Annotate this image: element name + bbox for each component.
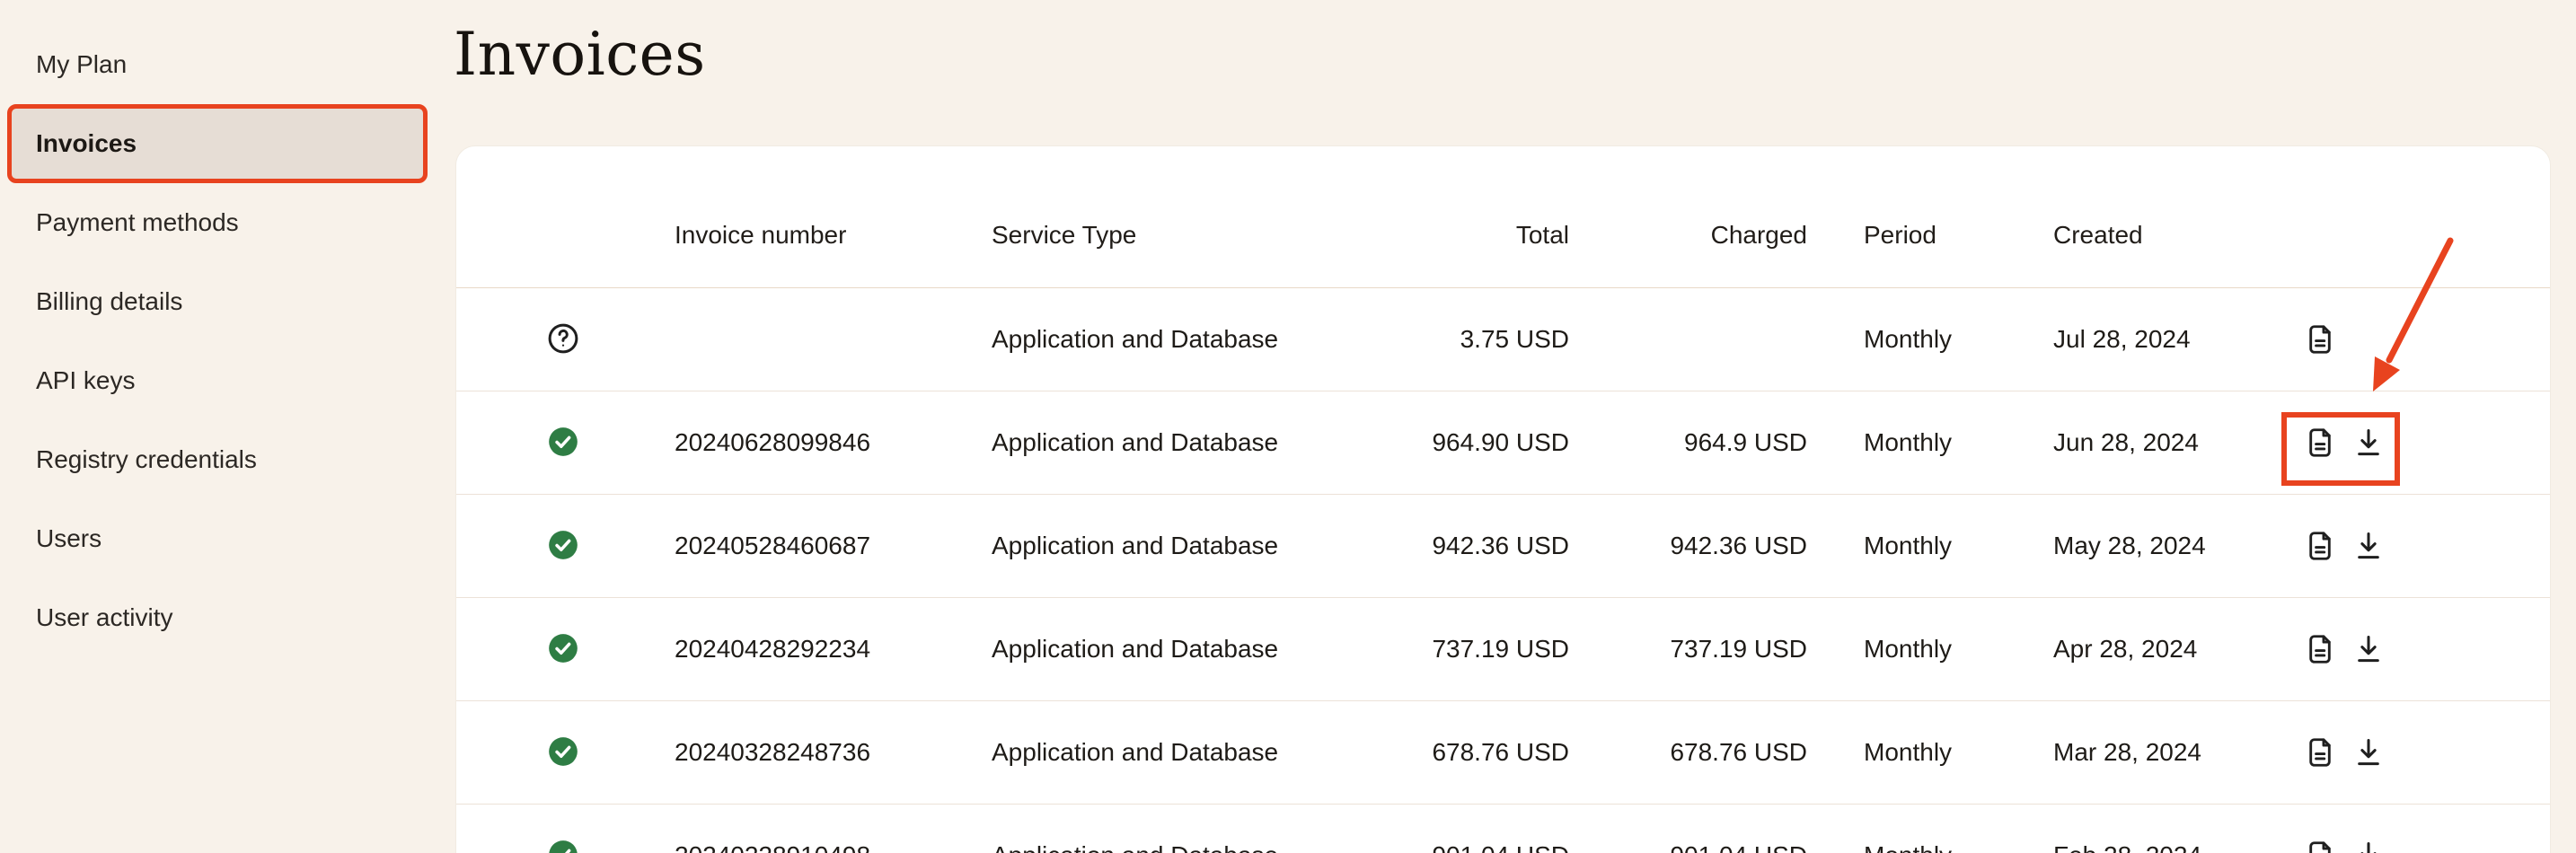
check-circle-icon bbox=[546, 425, 580, 459]
check-circle-icon bbox=[546, 838, 580, 853]
table-row: 20240228910498 Application and Database … bbox=[456, 805, 2550, 853]
created-cell: Jul 28, 2024 bbox=[2053, 325, 2191, 354]
download-invoice-icon[interactable] bbox=[2351, 632, 2386, 666]
charged-cell: 737.19 USD bbox=[1670, 635, 1807, 664]
status-cell bbox=[546, 321, 582, 357]
period-cell: Monthly bbox=[1864, 325, 1952, 354]
sidebar-item-label: Invoices bbox=[36, 129, 137, 158]
service-type-cell: Application and Database bbox=[992, 428, 1278, 457]
sidebar-item-my-plan[interactable]: My Plan bbox=[0, 25, 454, 104]
sidebar-item-label: Payment methods bbox=[36, 208, 239, 237]
period-cell: Monthly bbox=[1864, 532, 1952, 560]
header-charged: Charged bbox=[1711, 221, 1807, 250]
service-type-cell: Application and Database bbox=[992, 841, 1278, 853]
status-cell bbox=[546, 838, 582, 853]
sidebar-item-label: User activity bbox=[36, 603, 172, 632]
created-cell: Mar 28, 2024 bbox=[2053, 738, 2201, 767]
header-invoice-number: Invoice number bbox=[675, 221, 846, 250]
check-circle-icon bbox=[546, 631, 580, 665]
invoice-file-icon[interactable] bbox=[2303, 632, 2337, 666]
period-cell: Monthly bbox=[1864, 428, 1952, 457]
sidebar-item-label: My Plan bbox=[36, 50, 127, 79]
check-circle-icon bbox=[546, 528, 580, 562]
status-cell bbox=[546, 528, 582, 564]
invoice-file-icon[interactable] bbox=[2303, 322, 2337, 356]
row-actions bbox=[2303, 426, 2386, 460]
header-period: Period bbox=[1864, 221, 1936, 250]
download-invoice-icon[interactable] bbox=[2351, 735, 2386, 769]
row-actions bbox=[2303, 322, 2337, 356]
sidebar-item-label: Billing details bbox=[36, 287, 182, 316]
invoice-file-icon[interactable] bbox=[2303, 735, 2337, 769]
created-cell: May 28, 2024 bbox=[2053, 532, 2206, 560]
total-cell: 737.19 USD bbox=[1432, 635, 1569, 664]
row-actions bbox=[2303, 839, 2386, 853]
sidebar-item-users[interactable]: Users bbox=[0, 499, 454, 578]
service-type-cell: Application and Database bbox=[992, 532, 1278, 560]
period-cell: Monthly bbox=[1864, 841, 1952, 853]
download-invoice-icon[interactable] bbox=[2351, 426, 2386, 460]
service-type-cell: Application and Database bbox=[992, 635, 1278, 664]
charged-cell: 942.36 USD bbox=[1670, 532, 1807, 560]
total-cell: 901.04 USD bbox=[1432, 841, 1569, 853]
service-type-cell: Application and Database bbox=[992, 738, 1278, 767]
invoice-number-cell: 20240428292234 bbox=[675, 635, 870, 664]
download-invoice-icon[interactable] bbox=[2351, 839, 2386, 853]
billing-invoices-page: { "colors": { "page_background": "#f8f2e… bbox=[0, 0, 2576, 853]
service-type-cell: Application and Database bbox=[992, 325, 1278, 354]
invoice-file-icon[interactable] bbox=[2303, 426, 2337, 460]
charged-cell: 678.76 USD bbox=[1670, 738, 1807, 767]
table-row: 20240428292234 Application and Database … bbox=[456, 598, 2550, 701]
invoice-number-cell: 20240328248736 bbox=[675, 738, 870, 767]
created-cell: Jun 28, 2024 bbox=[2053, 428, 2199, 457]
page-title: Invoices bbox=[454, 20, 706, 89]
question-circle-icon bbox=[546, 321, 580, 356]
invoice-table-body: Application and Database 3.75 USD Monthl… bbox=[456, 288, 2550, 853]
sidebar-item-billing-details[interactable]: Billing details bbox=[0, 262, 454, 341]
charged-cell: 964.9 USD bbox=[1684, 428, 1807, 457]
total-cell: 678.76 USD bbox=[1432, 738, 1569, 767]
row-actions bbox=[2303, 529, 2386, 563]
table-row: Application and Database 3.75 USD Monthl… bbox=[456, 288, 2550, 391]
header-service-type: Service Type bbox=[992, 221, 1136, 250]
created-cell: Apr 28, 2024 bbox=[2053, 635, 2197, 664]
table-row: 20240328248736 Application and Database … bbox=[456, 701, 2550, 805]
status-cell bbox=[546, 425, 582, 461]
sidebar-item-user-activity[interactable]: User activity bbox=[0, 578, 454, 657]
table-row: 20240528460687 Application and Database … bbox=[456, 495, 2550, 598]
header-created: Created bbox=[2053, 221, 2143, 250]
total-cell: 964.90 USD bbox=[1432, 428, 1569, 457]
row-actions bbox=[2303, 632, 2386, 666]
sidebar-item-label: Users bbox=[36, 524, 101, 553]
sidebar-item-label: API keys bbox=[36, 366, 135, 395]
invoice-file-icon[interactable] bbox=[2303, 529, 2337, 563]
sidebar-item-api-keys[interactable]: API keys bbox=[0, 341, 454, 420]
total-cell: 942.36 USD bbox=[1432, 532, 1569, 560]
sidebar-item-registry-credentials[interactable]: Registry credentials bbox=[0, 420, 454, 499]
period-cell: Monthly bbox=[1864, 635, 1952, 664]
invoice-number-cell: 20240628099846 bbox=[675, 428, 870, 457]
created-cell: Feb 28, 2024 bbox=[2053, 841, 2201, 853]
sidebar-item-payment-methods[interactable]: Payment methods bbox=[0, 183, 454, 262]
invoices-card: Invoice number Service Type Total Charge… bbox=[455, 145, 2551, 853]
sidebar-item-label: Registry credentials bbox=[36, 445, 257, 474]
charged-cell: 901.04 USD bbox=[1670, 841, 1807, 853]
sidebar-item-invoices[interactable]: Invoices bbox=[7, 104, 428, 183]
download-invoice-icon[interactable] bbox=[2351, 529, 2386, 563]
sidebar-nav: My Plan Invoices Payment methods Billing… bbox=[0, 0, 454, 853]
table-row: 20240628099846 Application and Database … bbox=[456, 391, 2550, 495]
status-cell bbox=[546, 631, 582, 667]
table-header-row: Invoice number Service Type Total Charge… bbox=[456, 182, 2550, 288]
period-cell: Monthly bbox=[1864, 738, 1952, 767]
check-circle-icon bbox=[546, 734, 580, 769]
invoice-number-cell: 20240528460687 bbox=[675, 532, 870, 560]
row-actions bbox=[2303, 735, 2386, 769]
total-cell: 3.75 USD bbox=[1460, 325, 1569, 354]
status-cell bbox=[546, 734, 582, 770]
invoice-number-cell: 20240228910498 bbox=[675, 841, 870, 853]
invoice-file-icon[interactable] bbox=[2303, 839, 2337, 853]
header-total: Total bbox=[1516, 221, 1569, 250]
